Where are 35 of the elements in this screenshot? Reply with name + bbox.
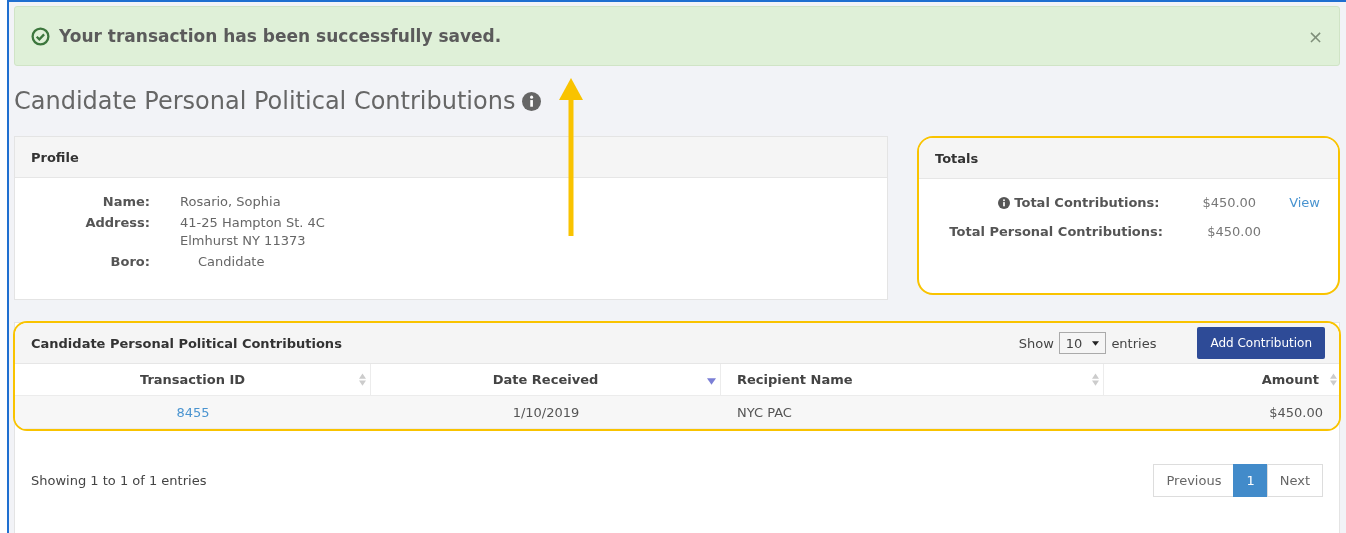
column-header[interactable]: Amount <box>1261 372 1319 387</box>
page-button[interactable]: 1 <box>1233 464 1268 497</box>
total-amount: $450.00 <box>1201 195 1257 210</box>
page-size-select[interactable]: 10 <box>1058 332 1107 354</box>
table-cell: $450.00 <box>1269 404 1323 420</box>
entries-label: entries <box>1111 335 1157 351</box>
field-value: Rosario, Sophia <box>180 194 281 209</box>
table-info: Showing 1 to 1 of 1 entries <box>31 473 207 488</box>
field-value: Candidate <box>198 254 265 269</box>
show-label: Show <box>1018 335 1054 351</box>
table-cell: NYC PAC <box>737 404 792 420</box>
total-label: Total Contributions: <box>1014 195 1160 210</box>
previous-button[interactable]: Previous <box>1153 464 1235 497</box>
panel-heading: Candidate Personal Political Contributions <box>31 335 342 351</box>
page-title: Candidate Personal Political Contributions <box>14 87 516 115</box>
caret-icon <box>1092 340 1100 346</box>
next-button[interactable]: Next <box>1266 464 1323 497</box>
add-contribution-button[interactable]: Add Contribution <box>1197 327 1325 359</box>
alert-message: Your transaction has been successfully saved. <box>59 26 503 46</box>
total-amount: $450.00 <box>1206 224 1261 239</box>
info-icon[interactable] <box>998 196 1011 209</box>
column-header[interactable]: Date Received <box>492 372 599 387</box>
table-cell: 1/10/2019 <box>512 404 580 420</box>
panel-heading: Profile <box>31 149 79 165</box>
column-header[interactable]: Recipient Name <box>737 372 853 387</box>
field-label: Name: <box>101 194 150 209</box>
total-label: Total Personal Contributions: <box>949 224 1163 239</box>
field-value: Elmhurst NY 11373 <box>180 233 307 248</box>
field-label: Boro: <box>109 254 150 269</box>
field-value: 41-25 Hampton St. 4C <box>180 215 325 230</box>
check-circle-icon <box>31 26 50 46</box>
panel-heading: Totals <box>935 150 979 166</box>
field-label: Address: <box>84 215 150 232</box>
column-header[interactable]: Transaction ID <box>139 372 246 387</box>
info-icon[interactable] <box>522 91 542 111</box>
